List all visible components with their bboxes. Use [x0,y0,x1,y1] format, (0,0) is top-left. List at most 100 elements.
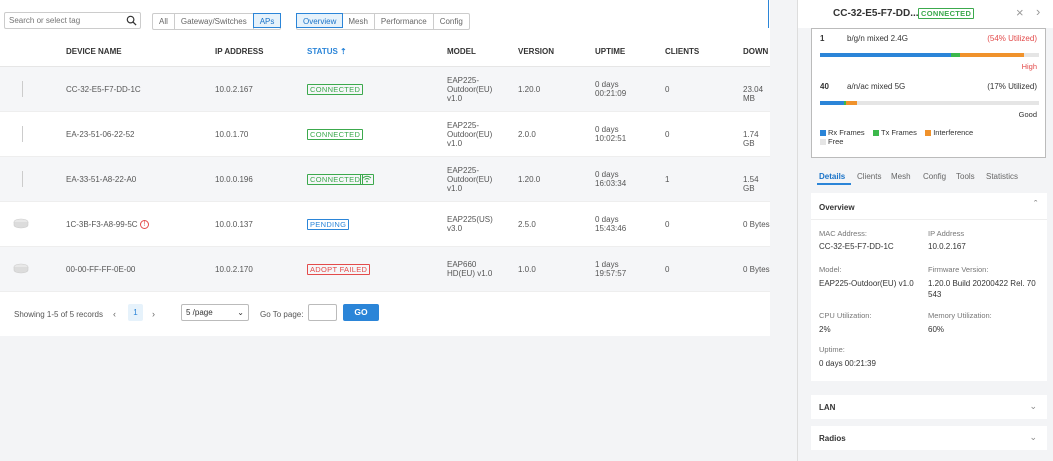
table-row[interactable]: CC-32-E5-F7-DD-1C 10.0.2.167 CONNECTED E… [0,67,770,112]
col-uptime[interactable]: UPTIME [595,47,625,56]
download: 23.04 MB [743,85,764,103]
mac-value: CC-32-E5-F7-DD-1C [819,242,894,251]
col-model[interactable]: MODEL [447,47,476,56]
device-name[interactable]: CC-32-E5-F7-DD-1C [66,85,141,94]
radio2-mode: a/n/ac mixed 5G [847,82,906,91]
search-icon[interactable] [126,15,137,26]
uptime-line: 10:02:51 [595,134,627,143]
model: EAP225- Outdoor(EU) v1.0 [447,166,492,193]
view-tabs: Overview Mesh Performance Config [296,13,470,30]
ip-address: 10.0.2.170 [215,265,253,274]
legend-free-label: Free [828,137,844,146]
uptime: 0 days 16:03:34 [595,170,626,188]
download: 0 Bytes [743,265,770,274]
expand-icon[interactable]: ⌄ [1029,432,1037,443]
chevron-right-icon[interactable]: › [1036,4,1040,19]
tab-clients[interactable]: Clients [857,172,881,181]
panel-header: CC-32-E5-F7-DD... CONNECTED × › [798,0,1053,28]
search-input[interactable] [5,13,123,28]
uptime-line: 16:03:34 [595,179,627,188]
download: 1.54 GB [743,175,759,193]
close-icon[interactable]: × [1016,5,1024,20]
goto-label: Go To page: [260,310,304,319]
table-row[interactable]: EA-23-51-06-22-52 10.0.1.70 CONNECTED EA… [0,112,770,157]
device-name-label: 1C-3B-F3-A8-99-5C [66,220,138,229]
version: 1.20.0 [518,85,541,94]
tab-mesh[interactable]: Mesh [891,172,911,181]
radio2-util-bar [820,101,1039,105]
page-size-value: 5 /page [186,308,213,317]
ip-address: 10.0.0.196 [215,175,253,184]
firmware-label: Firmware Version: [928,265,989,274]
tab-details[interactable]: Details [819,172,845,181]
device-name[interactable]: 00-00-FF-FF-0E-00 [66,265,135,274]
view-tab-performance[interactable]: Performance [375,14,434,29]
col-status[interactable]: STATUS ⇡ [307,47,347,56]
page-size-select[interactable]: 5 /page ⌄ [181,304,249,321]
ip-label: IP Address [928,229,965,238]
table-row[interactable]: 1C-3B-F3-A8-99-5C ! 10.0.0.137 PENDING E… [0,202,770,247]
util-segment-tx [951,53,961,57]
clients: 1 [665,175,670,184]
panel-divider [768,0,769,28]
panel-title: CC-32-E5-F7-DD... [833,8,919,19]
radios-section[interactable]: Radios ⌄ [811,426,1047,450]
overview-title: Overview [819,203,855,212]
view-tab-overview[interactable]: Overview [296,13,344,28]
row-divider [22,126,23,142]
model-line: EAP225- [447,121,480,130]
filter-tab-aps[interactable]: APs [252,13,282,28]
col-status-label: STATUS [307,47,338,56]
device-name[interactable]: 1C-3B-F3-A8-99-5C ! [66,220,149,230]
view-tab-mesh[interactable]: Mesh [342,14,375,29]
clients: 0 [665,130,670,139]
col-version[interactable]: VERSION [518,47,554,56]
goto-page-input[interactable] [308,304,337,321]
clients: 0 [665,85,670,94]
legend-rx: Rx Frames [820,128,865,137]
collapse-icon[interactable]: ˆ [1034,199,1037,209]
legend-free-swatch [820,139,826,146]
col-clients[interactable]: CLIENTS [665,47,699,56]
download: 1.74 GB [743,130,759,148]
prev-page-icon[interactable]: ‹ [113,309,116,319]
uptime-label: Uptime: [819,345,845,354]
legend-interference: Interference [925,128,973,137]
sort-up-icon[interactable]: ⇡ [340,47,347,56]
next-page-icon[interactable]: › [152,309,155,319]
filter-tab-gateway-switches[interactable]: Gateway/Switches [175,14,254,29]
expand-icon[interactable]: ⌄ [1029,401,1037,412]
tab-tools[interactable]: Tools [956,172,975,181]
util-segment-interference [846,101,858,105]
tab-config[interactable]: Config [923,172,946,181]
overview-card: Overview ˆ MAC Address: CC-32-E5-F7-DD-1… [811,193,1047,381]
col-down[interactable]: DOWN [743,47,768,56]
go-button[interactable]: GO [343,304,379,321]
uptime-line: 19:57:57 [595,269,627,278]
status-badge: CONNECTED [307,174,364,185]
filter-tab-all[interactable]: All [153,14,175,29]
table-row[interactable]: 00-00-FF-FF-0E-00 10.0.2.170 ADOPT FAILE… [0,247,770,292]
clients: 0 [665,265,670,274]
model: EAP225- Outdoor(EU) v1.0 [447,76,492,103]
table-row[interactable]: EA-33-51-A8-22-A0 10.0.0.196 CONNECTED E… [0,157,770,202]
uptime-line: 15:43:46 [595,224,627,233]
page-number[interactable]: 1 [128,304,143,321]
clients: 0 [665,220,670,229]
col-ip-address[interactable]: IP ADDRESS [215,47,263,56]
view-tab-config[interactable]: Config [434,14,469,29]
tab-statistics[interactable]: Statistics [986,172,1018,181]
device-name[interactable]: EA-23-51-06-22-52 [66,130,134,139]
ap-device-icon [13,218,29,229]
col-device-name[interactable]: DEVICE NAME [66,47,122,56]
model-line: Outdoor(EU) [447,130,493,139]
model-line: EAP225- [447,166,480,175]
legend-tx-swatch [873,130,880,137]
device-name[interactable]: EA-33-51-A8-22-A0 [66,175,136,184]
lan-section[interactable]: LAN ⌄ [811,395,1047,419]
firmware-value-2: 543 [928,290,942,299]
search-box[interactable] [4,12,141,29]
device-detail-panel: CC-32-E5-F7-DD... CONNECTED × › 1 b/g/n … [797,0,1053,461]
uptime: 1 days 19:57:57 [595,260,626,278]
status-badge: CONNECTED [307,129,364,140]
